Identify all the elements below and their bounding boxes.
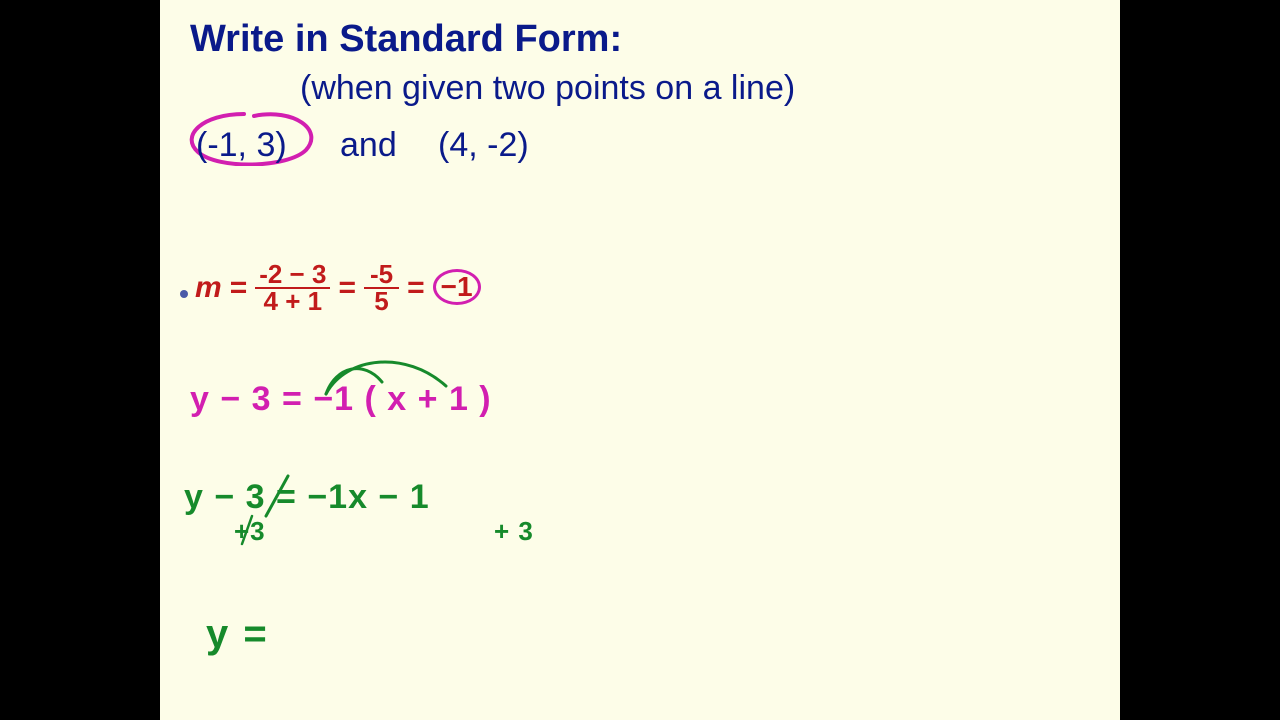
distributed-equation: y − 3 = −1x − 1 +3 + 3 [184,478,604,517]
frac2-num: -5 [364,262,399,289]
point-slope-equation: y − 3 = −1 ( x + 1 ) [190,380,492,419]
y-equals: y = [206,612,269,657]
eq-1: = [230,271,248,305]
point-2: (4, -2) [438,126,529,165]
frac2-den: 5 [368,289,394,314]
dist-row1-text: y − 3 = −1x − 1 [184,478,430,516]
strike-icon-small [240,512,254,548]
and-text: and [340,126,397,165]
given-points: (-1, 3) and (4, -2) [190,126,1090,176]
slope-calculation: m = -2 − 3 4 + 1 = -5 5 = −1 [195,262,481,313]
frac1-den: 4 + 1 [260,289,327,314]
point-1: (-1, 3) [196,126,287,165]
slide-subtitle: (when given two points on a line) [300,69,1090,108]
eq-2: = [338,271,356,305]
bullet-dot-icon [180,290,188,298]
plus3-right: + 3 [494,516,534,547]
fraction-1: -2 − 3 4 + 1 [255,262,330,313]
eq-3: = [407,271,425,305]
slide-title: Write in Standard Form: [190,18,1090,61]
slope-m: m [195,271,222,305]
slide-whiteboard: Write in Standard Form: (when given two … [160,0,1120,720]
plus3-left: +3 [234,516,266,547]
fraction-2: -5 5 [364,262,399,313]
frac1-num: -2 − 3 [255,262,330,289]
slope-result-circled: −1 [433,269,481,305]
